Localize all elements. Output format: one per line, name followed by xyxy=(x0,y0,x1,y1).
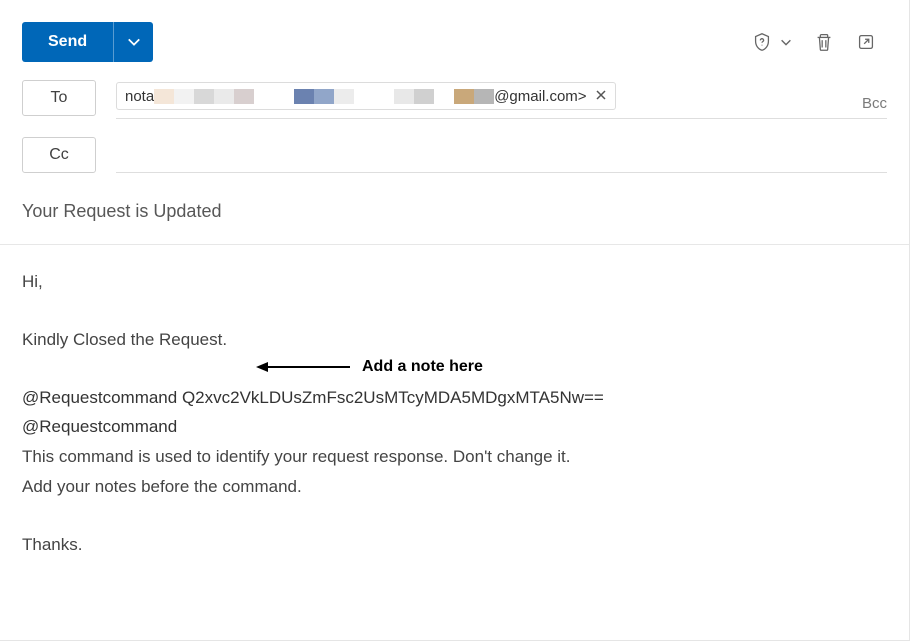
popout-button[interactable] xyxy=(855,31,877,53)
chevron-down-icon xyxy=(779,35,793,49)
recipient-prefix: nota xyxy=(125,88,154,105)
recipient-chip[interactable]: nota @gmail.com> xyxy=(116,82,616,110)
body-info: Add your notes before the command. xyxy=(22,472,887,502)
send-options-button[interactable] xyxy=(113,22,153,62)
cc-input-line[interactable] xyxy=(116,137,887,173)
discard-button[interactable] xyxy=(813,31,835,53)
body-greeting: Hi, xyxy=(22,267,887,297)
remove-recipient-button[interactable] xyxy=(595,88,611,104)
shield-question-icon xyxy=(751,31,773,53)
body-signoff: Thanks. xyxy=(22,530,887,560)
send-split-button[interactable]: Send xyxy=(22,22,153,62)
annotation-text: Add a note here xyxy=(362,353,483,381)
popout-icon xyxy=(855,31,877,53)
protection-button[interactable] xyxy=(751,31,793,53)
cc-field-button[interactable]: Cc xyxy=(22,137,96,173)
arrow-left-icon xyxy=(256,359,352,375)
send-button[interactable]: Send xyxy=(22,22,113,62)
message-body[interactable]: Hi, Kindly Closed the Request. @Requestc… xyxy=(0,245,909,581)
body-command: @Requestcommand xyxy=(22,412,887,442)
body-info: This command is used to identify your re… xyxy=(22,442,887,472)
to-input-line[interactable]: nota @gmail.com> Bcc xyxy=(116,80,887,119)
body-command: @Requestcommand Q2xvc2VkLDUsZmFsc2UsMTcy… xyxy=(22,383,887,413)
redacted-area xyxy=(154,89,494,104)
subject-input[interactable] xyxy=(22,199,887,224)
annotation-callout: Add a note here xyxy=(256,353,483,381)
trash-icon xyxy=(813,31,835,53)
recipient-suffix: @gmail.com> xyxy=(494,88,586,105)
body-line: Kindly Closed the Request. xyxy=(22,325,887,355)
to-field-button[interactable]: To xyxy=(22,80,96,116)
bcc-toggle[interactable]: Bcc xyxy=(862,95,887,112)
close-icon xyxy=(595,89,607,101)
chevron-down-icon xyxy=(127,35,141,49)
